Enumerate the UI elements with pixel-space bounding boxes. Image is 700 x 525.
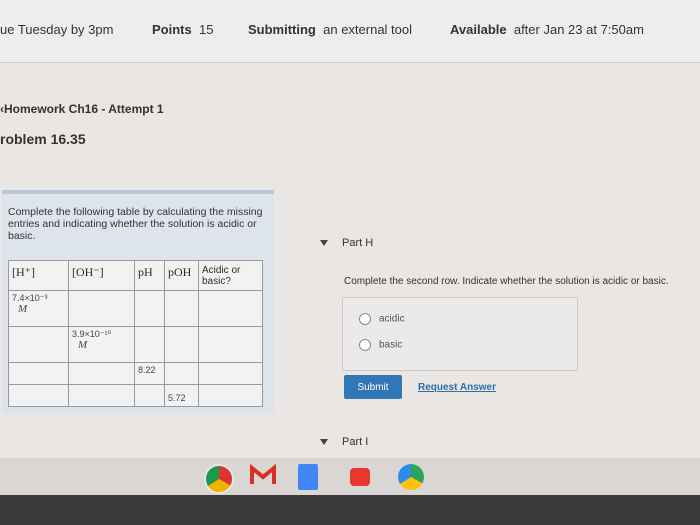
option-acidic[interactable]: acidic <box>359 313 405 325</box>
ph-value: 8.22 <box>138 365 156 375</box>
caret-down-icon <box>320 439 328 446</box>
cell-empty <box>198 384 263 407</box>
cell-empty <box>8 326 69 363</box>
ph-table: [H⁺] [OH⁻] pH pOH Acidic or basic? 7.4×1… <box>8 260 263 407</box>
poh-value: 5.72 <box>168 393 186 403</box>
oh-value: 3.9×10⁻¹⁰ <box>72 329 112 339</box>
cell-empty <box>164 326 199 363</box>
h-value: 7.4×10⁻³ <box>12 293 48 303</box>
cell-ph: 8.22 <box>134 362 165 385</box>
option-basic-label: basic <box>379 339 403 351</box>
request-answer-link[interactable]: Request Answer <box>418 382 496 393</box>
header-acidic-basic: Acidic or basic? <box>198 260 263 291</box>
breadcrumb-link[interactable]: Homework Ch16 - Attempt 1 <box>4 102 164 116</box>
due-date: ue Tuesday by 3pm <box>0 22 114 37</box>
oh-unit: M <box>78 339 88 351</box>
problem-title: roblem 16.35 <box>0 131 86 147</box>
submit-button[interactable]: Submit <box>344 375 402 399</box>
available-info: Available after Jan 23 at 7:50am <box>450 22 644 37</box>
table-row: 3.9×10⁻¹⁰ M <box>8 326 263 363</box>
header-ph: pH <box>134 260 165 291</box>
cell-empty <box>164 290 199 327</box>
chrome-icon[interactable] <box>204 464 234 494</box>
cell-empty <box>164 362 199 385</box>
header-h: [H⁺] <box>8 260 69 291</box>
breadcrumb[interactable]: ‹Homework Ch16 - Attempt 1 <box>0 102 164 116</box>
part-i-header[interactable]: Part I <box>320 436 368 448</box>
table-row: 8.22 <box>8 362 263 385</box>
available-value: after Jan 23 at 7:50am <box>513 22 644 37</box>
cell-empty <box>198 326 263 363</box>
cell-empty <box>198 290 263 327</box>
answer-options: acidic basic <box>342 297 578 371</box>
points-info: Points 15 <box>152 22 213 37</box>
points-value: 15 <box>198 22 214 37</box>
assignment-info-bar: ue Tuesday by 3pm Points 15 Submitting a… <box>0 0 700 63</box>
cell-poh: 5.72 <box>164 384 199 407</box>
cell-empty <box>8 384 69 407</box>
part-i-title: Part I <box>342 436 369 448</box>
header-poh: pOH <box>164 260 199 291</box>
header-oh: [OH⁻] <box>68 260 135 291</box>
table-row: 7.4×10⁻³ M <box>8 290 263 327</box>
cell-h: 7.4×10⁻³ M <box>8 290 69 327</box>
radio-basic[interactable] <box>359 339 371 351</box>
cell-empty <box>68 362 135 385</box>
option-basic[interactable]: basic <box>359 339 402 351</box>
submitting-info: Submitting an external tool <box>248 22 412 37</box>
cell-empty <box>68 384 135 407</box>
available-label: Available <box>450 22 507 37</box>
cell-empty <box>68 290 135 327</box>
h-unit: M <box>18 303 28 315</box>
cell-empty <box>198 362 263 385</box>
table-row: 5.72 <box>8 384 263 407</box>
option-acidic-label: acidic <box>379 313 405 325</box>
screen-bezel <box>0 495 700 525</box>
points-label: Points <box>152 22 192 37</box>
part-h-question: Complete the second row. Indicate whethe… <box>344 276 669 287</box>
cell-oh: 3.9×10⁻¹⁰ M <box>68 326 135 363</box>
docs-icon[interactable] <box>298 464 318 490</box>
youtube-icon[interactable] <box>350 468 370 486</box>
cell-empty <box>8 362 69 385</box>
play-store-icon[interactable] <box>398 464 424 490</box>
problem-panel: Complete the following table by calculat… <box>2 190 274 414</box>
submitting-value: an external tool <box>323 22 413 37</box>
part-h-header[interactable]: Part H <box>320 237 373 249</box>
cell-empty <box>134 384 165 407</box>
radio-acidic[interactable] <box>359 313 371 325</box>
submitting-label: Submitting <box>248 22 316 37</box>
instructions: Complete the following table by calculat… <box>8 206 263 242</box>
gmail-icon[interactable] <box>250 463 276 490</box>
part-h-title: Part H <box>342 237 374 249</box>
cell-empty <box>134 290 165 327</box>
caret-down-icon <box>320 240 328 247</box>
cell-empty <box>134 326 165 363</box>
